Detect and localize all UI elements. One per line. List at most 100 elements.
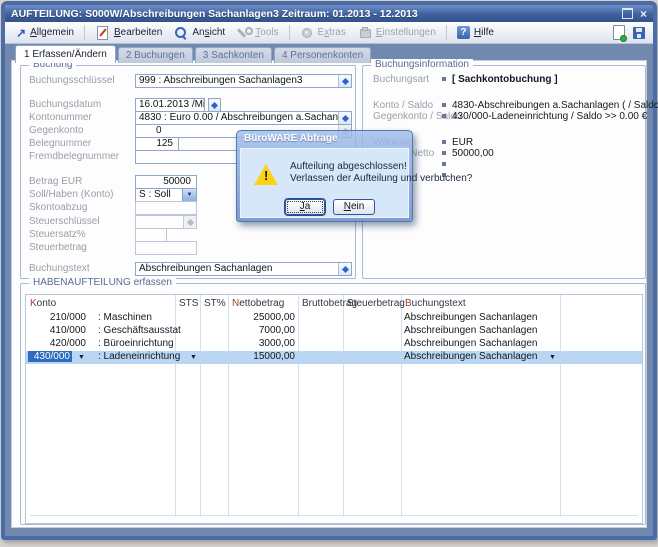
toolbar-right <box>613 25 647 40</box>
buchungsdatum-label: Buchungsdatum <box>29 99 101 110</box>
buchungstext-cell: Abschreibungen Sachanlagen <box>404 338 537 349</box>
bullet-icon <box>442 162 446 166</box>
sollhaben-label: Soll/Haben (Konto) <box>29 189 114 200</box>
edit-icon <box>97 26 108 40</box>
gegenkonto-saldo-label: Gegenkonto / Saldo <box>373 111 461 122</box>
nettobetrag: 7000,00 <box>229 325 295 336</box>
sollhaben-select[interactable]: S : Soll ▼ <box>135 188 197 202</box>
menu-item-allgemein[interactable]: ↗ Allgemein <box>11 24 79 42</box>
menu-item-ansicht[interactable]: Ansicht <box>169 24 230 42</box>
menu-bar: ↗ Allgemein Bearbeiten Ansicht Tools Ext… <box>5 22 653 44</box>
close-icon[interactable]: × <box>640 9 647 19</box>
document-check-icon[interactable] <box>613 25 625 40</box>
aufteilung-grid[interactable]: Konto STS ST% Nettobetrag Bruttobetrag S… <box>25 294 643 524</box>
field-value: 4830 : Euro 0.00 / Abschreibungen a.Sach… <box>136 112 351 124</box>
tab-erfassen-aendern[interactable]: 1 Erfassen/Ändern <box>15 45 116 63</box>
chevron-down-icon[interactable]: ▼ <box>190 354 197 361</box>
buchungsschluessel-input[interactable]: 999 : Abschreibungen Sachanlagen3 <box>135 74 352 88</box>
steuerschluessel-input <box>135 215 197 229</box>
menu-separator <box>446 25 447 40</box>
konto-saldo-label: Konto / Saldo <box>373 100 433 111</box>
konto-nr-editing[interactable]: 430/000 <box>28 351 72 362</box>
buchungstext-input[interactable]: Abschreibungen Sachanlagen <box>135 262 352 276</box>
tab-sachkonten[interactable]: 3 Sachkonten <box>195 47 272 63</box>
skontoabzug-label: Skontoabzug <box>29 202 87 213</box>
table-row-selected[interactable]: 430/000 ▼ : Ladeneinrichtung ▼ 15000,00 … <box>26 351 642 364</box>
menu-item-hilfe[interactable]: ? Hilfe <box>452 24 499 41</box>
kontonummer-label: Kontonummer <box>29 112 92 123</box>
kontonummer-input[interactable]: 4830 : Euro 0.00 / Abschreibungen a.Sach… <box>135 111 352 125</box>
dialog-title[interactable]: BüroWARE Abfrage <box>237 131 412 148</box>
wrench-icon <box>237 26 251 40</box>
dropdown-button[interactable] <box>338 75 351 87</box>
tab-buchungen[interactable]: 2 Buchungen <box>118 47 193 63</box>
nettobetrag: 15000,00 <box>229 351 295 362</box>
waehrung-value: EUR <box>452 137 473 148</box>
buchungstext-label: Buchungstext <box>29 263 90 274</box>
title-bar[interactable]: AUFTEILUNG: S000W/Abschreibungen Sachanl… <box>5 5 653 22</box>
belegnummer-label: Belegnummer <box>29 138 91 149</box>
steuersatz-input[interactable] <box>135 228 167 242</box>
dialog-message-line1: Aufteilung abgeschlossen! <box>290 161 407 172</box>
buchungsdatum-input[interactable]: 16.01.2013 /Mi <box>135 98 205 112</box>
nein-button[interactable]: Nein <box>333 199 375 215</box>
table-row[interactable]: 420/000 : Büroeinrichtung 3000,00 Abschr… <box>26 338 642 351</box>
tab-strip: 1 Erfassen/Ändern 2 Buchungen 3 Sachkont… <box>15 45 373 63</box>
header-steuerbetrag[interactable]: Steuerbetrag <box>347 298 405 309</box>
betrag-input[interactable]: 50000 <box>135 175 197 189</box>
konto-name: : Geschäftsausstat <box>98 325 181 336</box>
save-icon[interactable] <box>633 27 645 39</box>
menu-label: Ansicht <box>192 27 225 38</box>
betrag-label: Betrag EUR <box>29 176 82 187</box>
dropdown-button[interactable] <box>338 112 351 124</box>
steuerschluessel-label: Steuerschlüssel <box>29 216 100 227</box>
buchungsart-label: Buchungsart <box>373 74 429 85</box>
menu-label: Extras <box>318 27 346 38</box>
header-buchungstext[interactable]: Buchungstext <box>405 298 466 309</box>
window-title: AUFTEILUNG: S000W/Abschreibungen Sachanl… <box>11 8 418 20</box>
header-nettobetrag[interactable]: Nettobetrag <box>232 298 284 309</box>
menu-label: Einstellungen <box>376 27 436 38</box>
help-icon: ? <box>457 26 470 39</box>
belegnummer-input[interactable]: 125 <box>135 137 179 151</box>
restore-icon[interactable] <box>622 8 633 19</box>
header-stprozent[interactable]: ST% <box>204 298 226 309</box>
konto-nr: 420/000 <box>30 338 86 349</box>
dialog-message-line2: Verlassen der Aufteilung und verbuchen? <box>290 173 472 184</box>
nettobetrag: 25000,00 <box>229 312 295 323</box>
buchungstext-cell: Abschreibungen Sachanlagen <box>404 351 537 362</box>
konto-saldo-value: 4830-Abschreibungen a.Sachanlagen ( / Sa… <box>452 100 658 111</box>
fremdbelegnummer-label: Fremdbelegnummer <box>29 151 119 162</box>
grid-bottom-line <box>30 515 638 516</box>
table-row[interactable]: 410/000 : Geschäftsausstat 7000,00 Absch… <box>26 325 642 338</box>
dropdown-button[interactable] <box>338 263 351 275</box>
menu-item-bearbeiten[interactable]: Bearbeiten <box>90 24 167 42</box>
chevron-down-icon[interactable]: ▼ <box>182 189 196 201</box>
buchungstext-cell: Abschreibungen Sachanlagen <box>404 312 537 323</box>
konto-nr: 210/000 <box>30 312 86 323</box>
settings-icon <box>358 26 372 40</box>
tab-personenkonten[interactable]: 4 Personenkonten <box>274 47 371 63</box>
steuerbetrag-input[interactable] <box>135 241 197 255</box>
gegenkonto-saldo-value: 430/000-Ladeneinrichtung / Saldo >> 0.00… <box>452 111 647 122</box>
date-dropdown-button[interactable] <box>208 98 221 112</box>
menu-item-einstellungen: Einstellungen <box>353 24 441 42</box>
nettobetrag: 3000,00 <box>229 338 295 349</box>
buchungsschluessel-label: Buchungsschlüssel <box>29 75 115 86</box>
header-sts[interactable]: STS <box>179 298 198 309</box>
ja-button[interactable]: Ja <box>285 199 325 215</box>
skontoabzug-input[interactable] <box>135 201 197 215</box>
bueroware-abfrage-dialog: BüroWARE Abfrage Aufteilung abgeschlosse… <box>236 130 413 222</box>
field-value: 50000 <box>136 176 196 188</box>
groupbox-label: Buchungsinformation <box>371 59 473 70</box>
chevron-down-icon[interactable]: ▼ <box>78 354 85 361</box>
table-row[interactable]: 210/000 : Maschinen 25000,00 Abschreibun… <box>26 312 642 325</box>
header-konto[interactable]: Konto <box>30 298 56 309</box>
menu-label: Bearbeiten <box>114 27 162 38</box>
warning-icon <box>254 164 278 185</box>
chevron-down-icon[interactable]: ▼ <box>549 354 556 361</box>
menu-separator <box>289 25 290 40</box>
extras-icon <box>300 26 314 40</box>
magnifier-icon <box>174 26 188 40</box>
field-value: 999 : Abschreibungen Sachanlagen3 <box>136 75 351 87</box>
